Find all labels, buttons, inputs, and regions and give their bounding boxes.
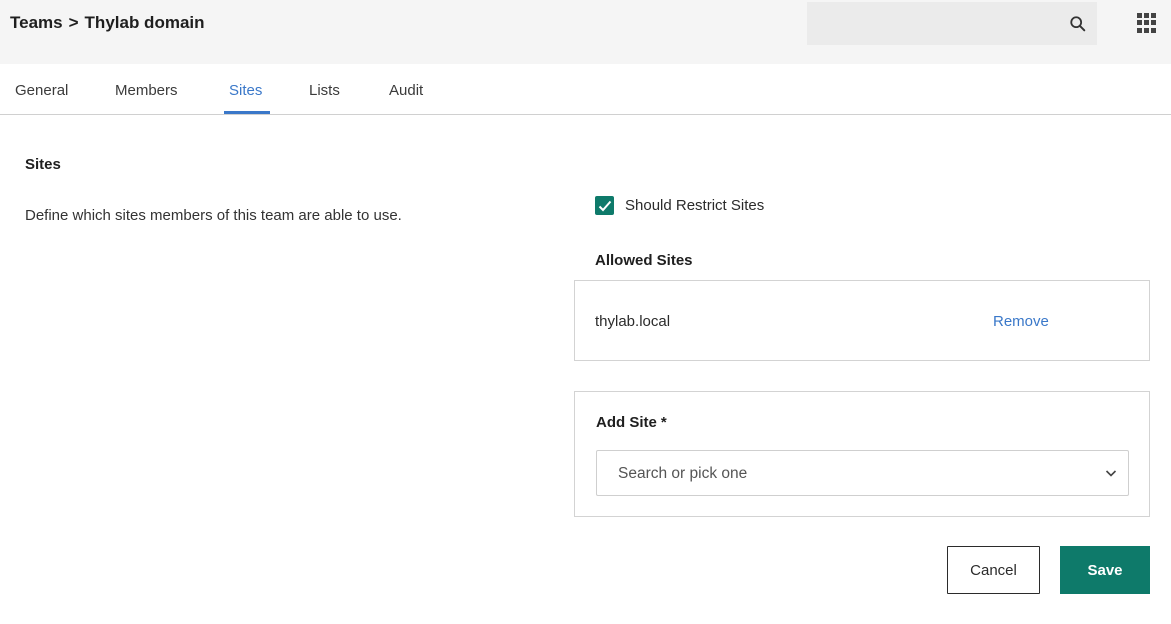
grid-apps-icon[interactable] bbox=[1137, 13, 1157, 33]
breadcrumb: Teams > Thylab domain bbox=[10, 13, 205, 33]
allowed-sites-title: Allowed Sites bbox=[595, 252, 693, 269]
allowed-site-name: thylab.local bbox=[595, 313, 671, 330]
section-description: Define which sites members of this team … bbox=[25, 207, 402, 224]
breadcrumb-separator: > bbox=[68, 13, 79, 32]
tab-audit[interactable]: Audit bbox=[389, 82, 423, 99]
restrict-sites-toggle[interactable]: Should Restrict Sites bbox=[595, 196, 764, 215]
tab-lists[interactable]: Lists bbox=[309, 82, 340, 99]
breadcrumb-item-current: Thylab domain bbox=[84, 13, 205, 32]
add-site-panel: Add Site * Search or pick one bbox=[574, 391, 1150, 517]
active-tab-indicator bbox=[224, 111, 270, 114]
add-site-select[interactable]: Search or pick one bbox=[596, 450, 1129, 496]
restrict-sites-checkbox[interactable] bbox=[595, 196, 614, 215]
search-box bbox=[807, 2, 1097, 45]
required-marker: * bbox=[660, 414, 667, 431]
tab-bar: General Members Sites Lists Audit bbox=[0, 64, 1171, 115]
search-icon[interactable] bbox=[1069, 15, 1087, 33]
save-button[interactable]: Save bbox=[1060, 546, 1150, 594]
checkmark-icon bbox=[598, 200, 611, 211]
breadcrumb-item-teams[interactable]: Teams bbox=[10, 13, 63, 33]
remove-site-link[interactable]: Remove bbox=[993, 313, 1049, 330]
cancel-button[interactable]: Cancel bbox=[947, 546, 1040, 594]
search-input[interactable] bbox=[807, 2, 1097, 45]
tab-sites[interactable]: Sites bbox=[229, 82, 262, 99]
add-site-label-text: Add Site bbox=[596, 414, 657, 431]
top-header: Teams > Thylab domain bbox=[0, 0, 1171, 64]
allowed-sites-list: thylab.local Remove bbox=[574, 280, 1150, 361]
add-site-placeholder: Search or pick one bbox=[618, 465, 748, 482]
add-site-label: Add Site * bbox=[596, 414, 667, 431]
restrict-sites-label: Should Restrict Sites bbox=[625, 197, 765, 214]
tab-members[interactable]: Members bbox=[115, 82, 178, 99]
section-title: Sites bbox=[25, 156, 61, 173]
chevron-down-icon bbox=[1105, 470, 1117, 477]
tab-general[interactable]: General bbox=[15, 82, 68, 99]
